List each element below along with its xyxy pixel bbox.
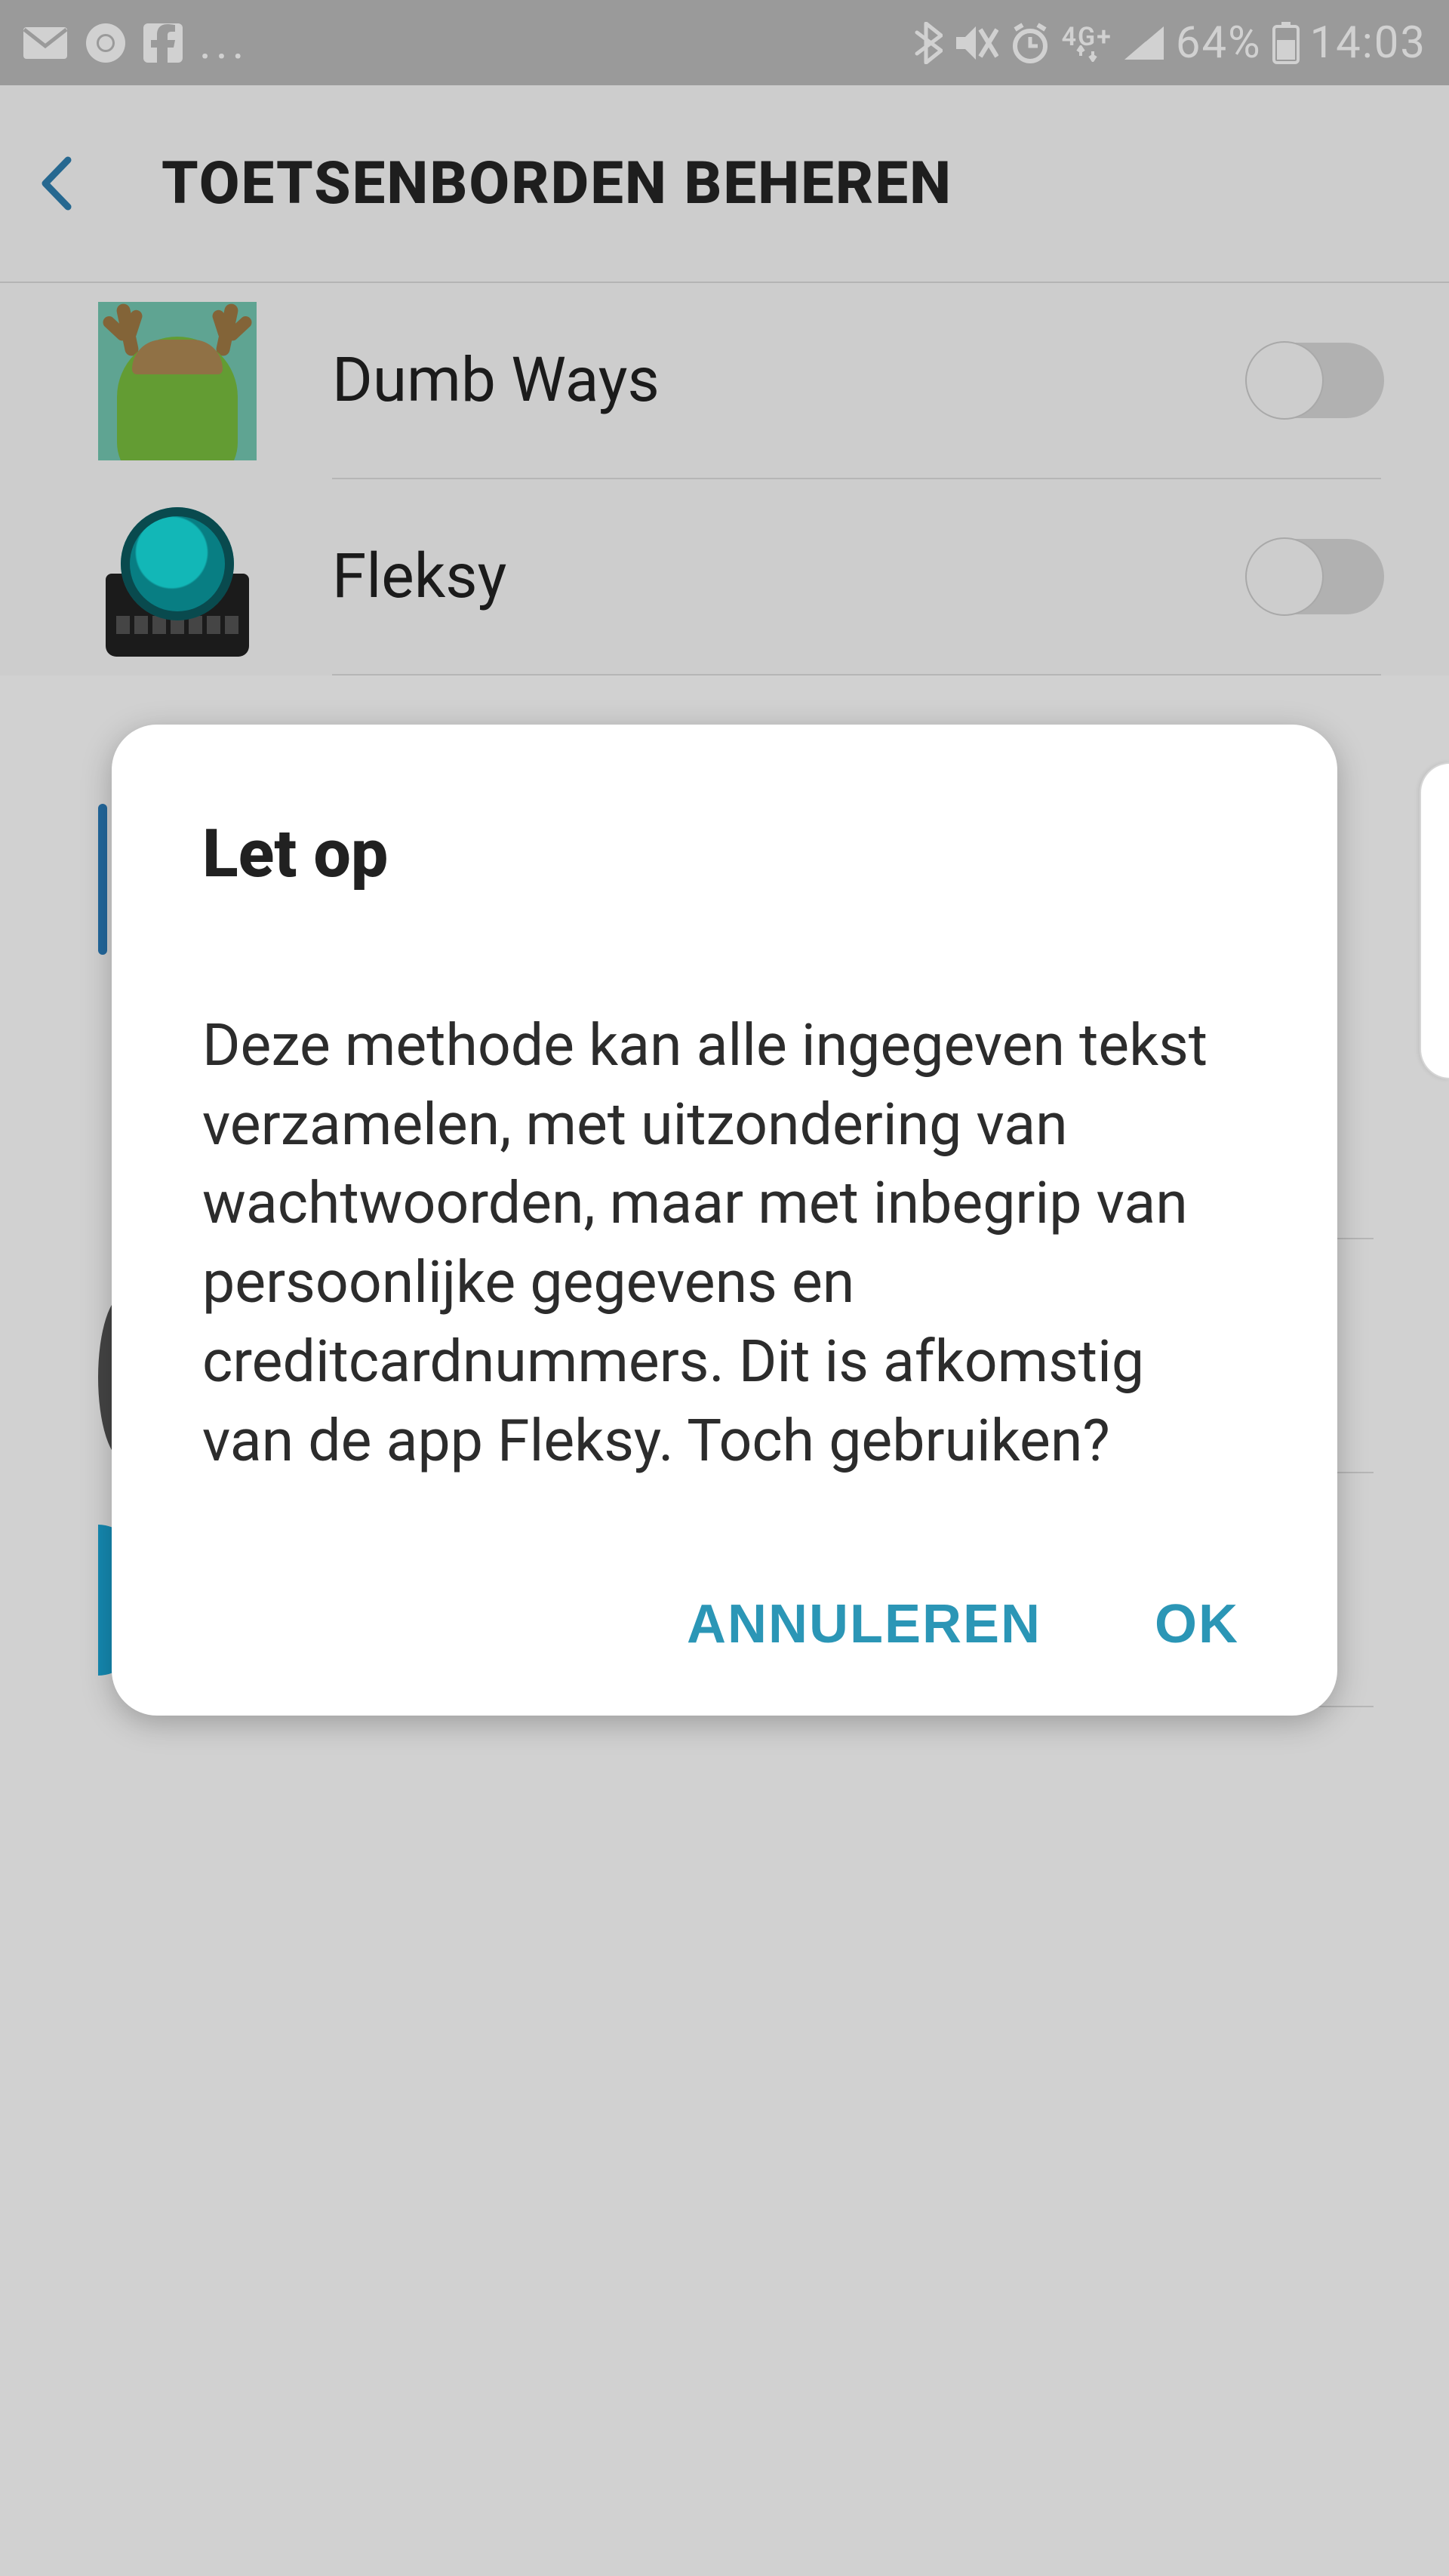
dialog-body-text: Deze methode kan alle ingegeven tekst ve… <box>202 1006 1247 1480</box>
warning-dialog: Let op Deze methode kan alle ingegeven t… <box>112 725 1337 1716</box>
dialog-actions: ANNULEREN OK <box>202 1593 1247 1678</box>
edge-scroll-handle[interactable] <box>1420 762 1449 1079</box>
dialog-title: Let op <box>202 815 1247 893</box>
cancel-button[interactable]: ANNULEREN <box>687 1593 1041 1655</box>
ok-button[interactable]: OK <box>1155 1593 1239 1655</box>
